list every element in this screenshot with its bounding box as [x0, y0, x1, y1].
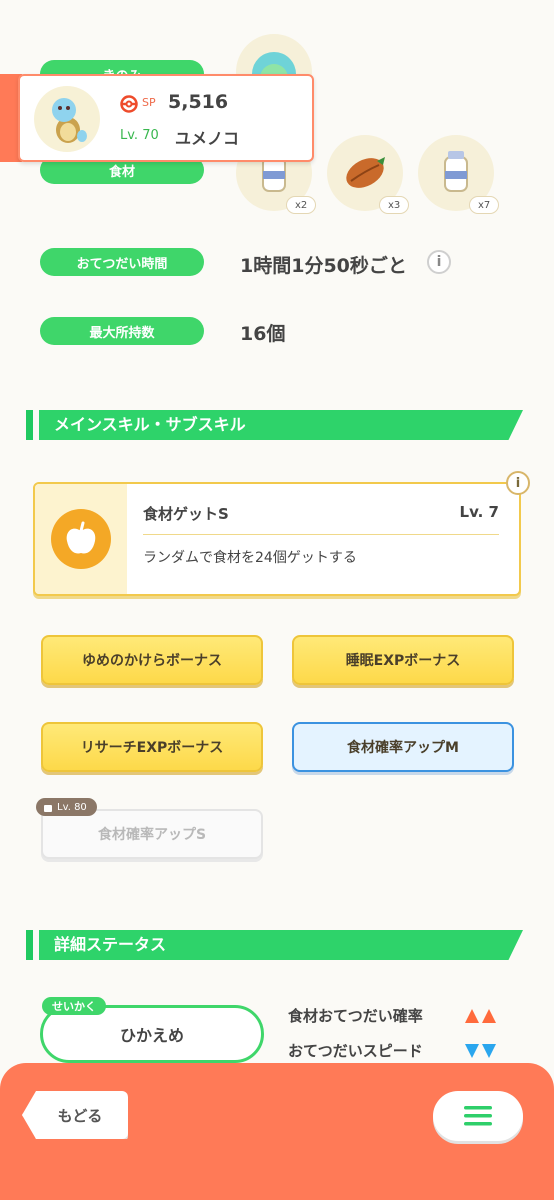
- pokemon-level: Lv. 70: [120, 128, 159, 143]
- sub-skill-button[interactable]: 睡眠EXPボーナス: [292, 635, 514, 685]
- ingredient-count: x2: [286, 196, 317, 214]
- back-button-label: もどる: [57, 1106, 103, 1125]
- menu-button[interactable]: [433, 1091, 523, 1141]
- status-section-header: 詳細ステータス: [26, 930, 526, 960]
- sub-skill-button-locked[interactable]: 食材確率アップS: [41, 809, 263, 859]
- back-button[interactable]: もどる: [22, 1091, 128, 1139]
- main-skill-card[interactable]: 食材ゲットS Lv. 7 ランダムで食材を24個ゲットする: [33, 482, 521, 596]
- footer-bar: もどる: [0, 1063, 554, 1200]
- skill-section-header: メインスキル・サブスキル: [26, 410, 526, 440]
- help-time-label: おてつだい時間: [40, 248, 204, 276]
- section-title: メインスキル・サブスキル: [54, 415, 246, 434]
- sub-skill-button[interactable]: ゆめのかけらボーナス: [41, 635, 263, 685]
- sub-skill-button-selected[interactable]: 食材確率アップM: [292, 722, 514, 772]
- pokemon-nickname: ユメノコ: [175, 129, 240, 148]
- lock-level-text: Lv. 80: [57, 801, 87, 813]
- divider: [143, 534, 499, 535]
- max-carry-label: 最大所持数: [40, 317, 204, 345]
- section-title: 詳細ステータス: [54, 935, 167, 954]
- lock-icon: [44, 804, 52, 812]
- lock-level-badge: Lv. 80: [36, 798, 97, 816]
- sub-skill-button[interactable]: リサーチEXPボーナス: [41, 722, 263, 772]
- main-skill-icon-panel: [35, 484, 127, 594]
- help-time-value: 1時間1分50秒ごと: [240, 255, 407, 277]
- sp-label: SP: [142, 96, 156, 109]
- pokemon-header-card[interactable]: SP 5,516 Lv. 70 ユメノコ: [18, 74, 314, 162]
- apple-icon: [51, 509, 111, 569]
- max-carry-value: 16個: [240, 323, 286, 345]
- down-arrows-icon: [465, 1044, 496, 1058]
- main-skill-description: ランダムで食材を24個ゲットする: [143, 550, 357, 566]
- hamburger-icon: [464, 1106, 492, 1126]
- up-stat-label: 食材おてつだい確率: [288, 1007, 423, 1025]
- down-stat-label: おてつだいスピード: [288, 1042, 423, 1060]
- sp-icon: [120, 95, 138, 113]
- main-skill-info-icon[interactable]: i: [506, 471, 530, 495]
- sp-value: 5,516: [168, 91, 229, 113]
- pokemon-avatar: [34, 86, 100, 152]
- nature-tag: せいかく: [42, 997, 106, 1015]
- info-icon[interactable]: i: [427, 250, 451, 274]
- main-skill-level: Lv. 7: [459, 503, 499, 521]
- up-arrows-icon: [465, 1009, 496, 1023]
- ingredient-count: x3: [379, 196, 410, 214]
- nature-value: ひかえめ: [119, 1026, 184, 1045]
- main-skill-name: 食材ゲットS: [143, 505, 229, 523]
- ingredient-count: x7: [469, 196, 500, 214]
